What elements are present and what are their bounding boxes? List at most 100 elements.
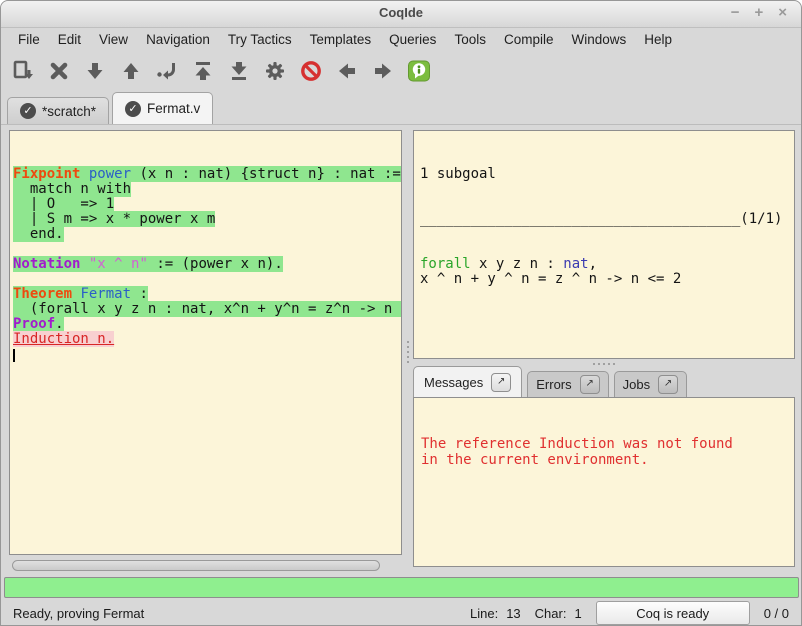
goal-line: forall x y z n : nat,	[420, 257, 788, 272]
coq-status-button[interactable]: Coq is ready	[596, 601, 750, 625]
code-line: Proof.	[13, 317, 398, 332]
coqide-window: CoqIde − + × FileEditViewNavigationTry T…	[0, 0, 802, 626]
info-icon	[407, 59, 431, 83]
line-number: 13	[506, 606, 520, 621]
step-forward-button[interactable]	[81, 56, 108, 86]
line-label: Line:	[470, 606, 498, 621]
menu-item-windows[interactable]: Windows	[562, 30, 635, 49]
window-title: CoqIde	[1, 5, 801, 20]
script-editor[interactable]: Fixpoint power (x n : nat) {struct n} : …	[9, 130, 402, 555]
gear-button[interactable]	[261, 56, 288, 86]
menu-item-queries[interactable]: Queries	[380, 30, 445, 49]
code-line: Theorem Fermat :	[13, 287, 398, 302]
tab-scratch[interactable]: ✓ *scratch*	[7, 97, 109, 124]
go-to-start-button[interactable]	[189, 56, 216, 86]
goal-view[interactable]: 1 subgoal ______________________________…	[413, 130, 795, 359]
code-line: Fixpoint power (x n : nat) {struct n} : …	[13, 167, 398, 182]
tab-messages[interactable]: Messages ↗	[413, 366, 522, 397]
title-bar: CoqIde − + ×	[1, 1, 801, 28]
go-to-end-icon	[227, 59, 251, 83]
code-line: end.	[13, 227, 398, 242]
step-backward-button[interactable]	[117, 56, 144, 86]
goal-lines: forall x y z n : nat,x ^ n + y ^ n = z ^…	[420, 257, 788, 287]
code-lines: Fixpoint power (x n : nat) {struct n} : …	[13, 167, 398, 362]
tab-label: Jobs	[623, 377, 650, 392]
code-line: (forall x y z n : nat, x^n + y^n = z^n -…	[13, 302, 398, 317]
code-line	[13, 272, 398, 287]
check-icon: ✓	[125, 101, 141, 117]
tab-fermat-v[interactable]: ✓ Fermat.v	[112, 92, 213, 124]
goal-header: 1 subgoal	[420, 167, 788, 182]
menu-item-file[interactable]: File	[9, 30, 49, 49]
detach-icon[interactable]: ↗	[491, 373, 511, 392]
interrupt-icon	[299, 59, 323, 83]
interrupt-button[interactable]	[297, 56, 324, 86]
minimize-button[interactable]: −	[731, 3, 740, 23]
menu-item-view[interactable]: View	[90, 30, 137, 49]
forward-button[interactable]	[369, 56, 396, 86]
toolbar	[1, 51, 801, 91]
go-to-end-button[interactable]	[225, 56, 252, 86]
tab-label: *scratch*	[42, 104, 96, 119]
info-button[interactable]	[405, 56, 432, 86]
code-line: | S m => x * power x m	[13, 212, 398, 227]
goal-separator: ______________________________________(1…	[420, 212, 788, 227]
menu-item-compile[interactable]: Compile	[495, 30, 563, 49]
go-to-cursor-button[interactable]	[153, 56, 180, 86]
close-button[interactable]: ×	[778, 3, 787, 23]
tab-jobs[interactable]: Jobs ↗	[614, 371, 687, 397]
jobs-counter: 0 / 0	[764, 606, 789, 621]
goal-line: x ^ n + y ^ n = z ^ n -> n <= 2	[420, 272, 788, 287]
back-icon	[335, 59, 359, 83]
menu-item-edit[interactable]: Edit	[49, 30, 90, 49]
tab-label: Messages	[424, 375, 483, 390]
back-button[interactable]	[333, 56, 360, 86]
message-lines: The reference Induction was not foundin …	[421, 436, 787, 468]
save-icon	[11, 59, 35, 83]
step-forward-icon	[83, 59, 107, 83]
char-label: Char:	[535, 606, 567, 621]
message-tab-bar: Messages ↗ Errors ↗ Jobs ↗	[413, 367, 795, 397]
menu-item-try-tactics[interactable]: Try Tactics	[219, 30, 301, 49]
maximize-button[interactable]: +	[754, 3, 763, 23]
message-line: The reference Induction was not found	[421, 436, 787, 452]
detach-icon[interactable]: ↗	[580, 375, 600, 394]
char-number: 1	[574, 606, 581, 621]
go-to-cursor-icon	[155, 59, 179, 83]
go-to-start-icon	[191, 59, 215, 83]
code-line	[13, 242, 398, 257]
code-line: Notation "x ^ n" := (power x n).	[13, 257, 398, 272]
menu-item-navigation[interactable]: Navigation	[137, 30, 219, 49]
save-button[interactable]	[9, 56, 36, 86]
step-backward-icon	[119, 59, 143, 83]
vertical-splitter[interactable]	[403, 130, 412, 573]
status-text: Ready, proving Fermat	[13, 606, 470, 621]
tab-label: Errors	[536, 377, 571, 392]
message-line: in the current environment.	[421, 452, 787, 468]
detach-icon[interactable]: ↗	[658, 375, 678, 394]
scrollbar-thumb[interactable]	[12, 560, 380, 571]
code-line: match n with	[13, 182, 398, 197]
menu-item-templates[interactable]: Templates	[301, 30, 381, 49]
goal-counter: (1/1)	[740, 211, 782, 227]
close-icon	[47, 59, 71, 83]
tab-label: Fermat.v	[147, 101, 200, 116]
code-line: Induction n.	[13, 332, 398, 347]
forward-icon	[371, 59, 395, 83]
status-bar: Ready, proving Fermat Line: 13 Char: 1 C…	[1, 599, 801, 626]
menu-item-tools[interactable]: Tools	[445, 30, 495, 49]
horizontal-scrollbar[interactable]	[9, 558, 402, 573]
tab-bar: ✓ *scratch* ✓ Fermat.v	[1, 91, 801, 125]
window-controls: − + ×	[731, 3, 787, 23]
code-line	[13, 347, 398, 362]
close-buffer-button[interactable]	[45, 56, 72, 86]
gear-icon	[263, 59, 287, 83]
text-cursor	[13, 349, 15, 362]
menu-item-help[interactable]: Help	[635, 30, 681, 49]
message-view[interactable]: The reference Induction was not foundin …	[413, 397, 795, 567]
menu-bar: FileEditViewNavigationTry TacticsTemplat…	[1, 28, 801, 50]
check-icon: ✓	[20, 103, 36, 119]
tab-errors[interactable]: Errors ↗	[527, 371, 608, 397]
code-line: | O => 1	[13, 197, 398, 212]
progress-bar	[4, 577, 799, 598]
